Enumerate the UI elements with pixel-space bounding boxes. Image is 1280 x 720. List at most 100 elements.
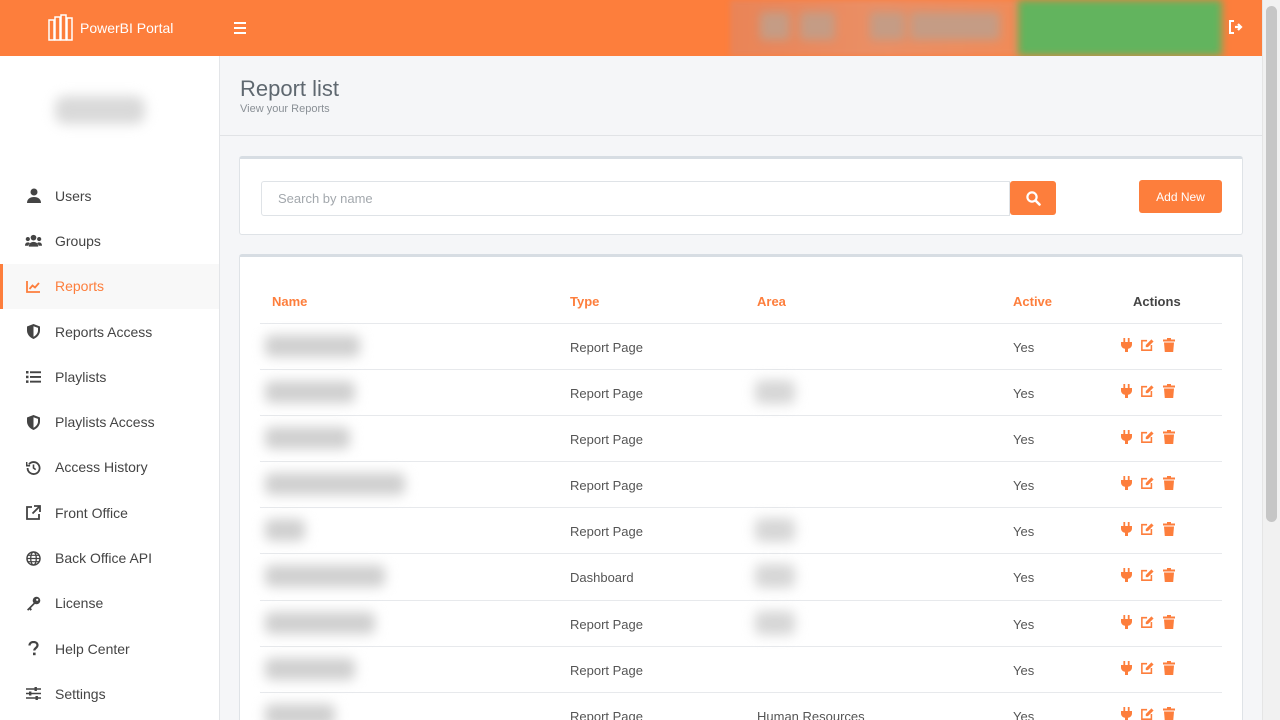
report-name-blurred (265, 427, 350, 450)
table-row[interactable]: Report Page Yes (260, 416, 1222, 463)
edit-icon[interactable] (1141, 707, 1154, 720)
column-header-type[interactable]: Type (570, 294, 599, 309)
table-row[interactable]: Report Page Yes (260, 601, 1222, 647)
edit-icon[interactable] (1141, 338, 1154, 352)
report-type: Dashboard (570, 570, 634, 586)
plug-icon[interactable] (1120, 476, 1133, 491)
plug-icon[interactable] (1120, 614, 1133, 629)
row-actions (1120, 706, 1175, 720)
edit-icon[interactable] (1141, 615, 1154, 629)
powerbi-logo-icon (48, 14, 73, 41)
sidebar-item-label: Playlists Access (55, 414, 155, 431)
trash-icon[interactable] (1162, 476, 1175, 491)
report-active: Yes (1013, 524, 1035, 540)
column-header-area[interactable]: Area (757, 294, 786, 309)
table-row[interactable]: Report Page Yes (260, 324, 1222, 371)
table-row[interactable]: Report Page Yes (260, 462, 1222, 509)
add-new-button[interactable]: Add New (1139, 180, 1222, 213)
sidebar-item-label: Groups (55, 232, 101, 249)
scrollbar[interactable] (1262, 0, 1280, 720)
table-row[interactable]: Report Page Yes (260, 647, 1222, 693)
plug-icon[interactable] (1120, 338, 1133, 352)
edit-icon[interactable] (1141, 661, 1154, 675)
trash-icon[interactable] (1162, 384, 1175, 399)
sidebar-item-groups[interactable]: Groups (0, 218, 219, 263)
plug-icon[interactable] (1120, 706, 1133, 720)
plug-icon[interactable] (1120, 430, 1133, 445)
report-type: Report Page (570, 478, 643, 494)
sidebar: Users Groups Reports Reports Access Play… (0, 56, 220, 720)
column-header-active[interactable]: Active (1013, 294, 1052, 309)
history-icon (25, 459, 42, 476)
table-row[interactable]: Dashboard Yes (260, 554, 1222, 601)
table-row[interactable]: Report Page Yes (260, 370, 1222, 417)
report-name-blurred (265, 473, 405, 496)
sidebar-item-front-office[interactable]: Front Office (0, 490, 219, 535)
sidebar-item-settings[interactable]: Settings (0, 671, 219, 716)
edit-icon[interactable] (1141, 568, 1154, 582)
edit-icon[interactable] (1141, 430, 1154, 444)
search-button[interactable] (1010, 181, 1056, 215)
plug-icon[interactable] (1120, 384, 1133, 399)
table-body: Report Page Yes Report Page Yes Report Page Y… (260, 324, 1222, 720)
report-name-blurred (265, 519, 305, 542)
sidebar-item-label: Back Office API (55, 550, 153, 567)
trash-icon[interactable] (1162, 338, 1175, 352)
sidebar-item-reports[interactable]: Reports (0, 263, 219, 310)
edit-icon[interactable] (1141, 384, 1154, 398)
sidebar-item-playlists-access[interactable]: Playlists Access (0, 399, 219, 444)
row-actions (1120, 476, 1175, 491)
sliders-icon (25, 685, 42, 702)
license-status-blurred (1018, 0, 1222, 56)
row-actions (1120, 338, 1175, 352)
account-name-blurred (55, 96, 145, 124)
report-active: Yes (1013, 340, 1035, 355)
row-actions (1120, 614, 1175, 629)
sidebar-item-help-center[interactable]: Help Center (0, 626, 219, 671)
sidebar-item-back-office-api[interactable]: Back Office API (0, 535, 219, 580)
sidebar-item-access-history[interactable]: Access History (0, 445, 219, 490)
edit-icon[interactable] (1141, 476, 1154, 490)
plug-icon[interactable] (1120, 660, 1133, 675)
area-blurred (755, 610, 795, 635)
sidebar-item-label: Settings (55, 685, 106, 702)
sidebar-item-license[interactable]: License (0, 581, 219, 626)
column-header-name[interactable]: Name (272, 294, 307, 309)
sidebar-item-users[interactable]: Users (0, 173, 219, 218)
plug-icon[interactable] (1120, 568, 1133, 583)
sidebar-item-label: Front Office (55, 504, 128, 521)
report-type: Report Page (570, 432, 643, 448)
report-active: Yes (1013, 570, 1035, 586)
trash-icon[interactable] (1162, 568, 1175, 583)
logout-icon[interactable] (1228, 19, 1246, 37)
edit-icon[interactable] (1141, 522, 1154, 536)
report-type: Report Page (570, 524, 643, 540)
report-active: Yes (1013, 432, 1035, 448)
scrollbar-thumb[interactable] (1266, 6, 1277, 522)
report-name-blurred (265, 565, 385, 588)
users-icon (25, 232, 42, 249)
trash-icon[interactable] (1162, 706, 1175, 720)
area-blurred (755, 518, 795, 543)
shield-icon (25, 414, 42, 431)
trash-icon[interactable] (1162, 614, 1175, 629)
report-type: Report Page (570, 662, 643, 678)
sidebar-item-label: Reports (55, 278, 105, 295)
menu-toggle-icon[interactable] (231, 17, 251, 37)
column-header-actions: Actions (1133, 294, 1181, 309)
sidebar-item-reports-access[interactable]: Reports Access (0, 309, 219, 354)
table-row[interactable]: Report Page Human Resources Yes (260, 693, 1222, 720)
reports-table-card: Name Type Area Active Actions Report Pag… (239, 254, 1243, 720)
search-input[interactable] (261, 181, 1010, 216)
sidebar-item-playlists[interactable]: Playlists (0, 354, 219, 399)
plug-icon[interactable] (1120, 522, 1133, 537)
trash-icon[interactable] (1162, 430, 1175, 445)
trash-icon[interactable] (1162, 660, 1175, 675)
table-row[interactable]: Report Page Yes (260, 508, 1222, 555)
trash-icon[interactable] (1162, 522, 1175, 537)
report-active: Yes (1013, 708, 1035, 720)
brand[interactable]: PowerBI Portal (48, 13, 173, 43)
search-card: Add New (239, 156, 1243, 235)
user-info-blurred (730, 0, 1020, 56)
report-type: Report Page (570, 616, 643, 632)
